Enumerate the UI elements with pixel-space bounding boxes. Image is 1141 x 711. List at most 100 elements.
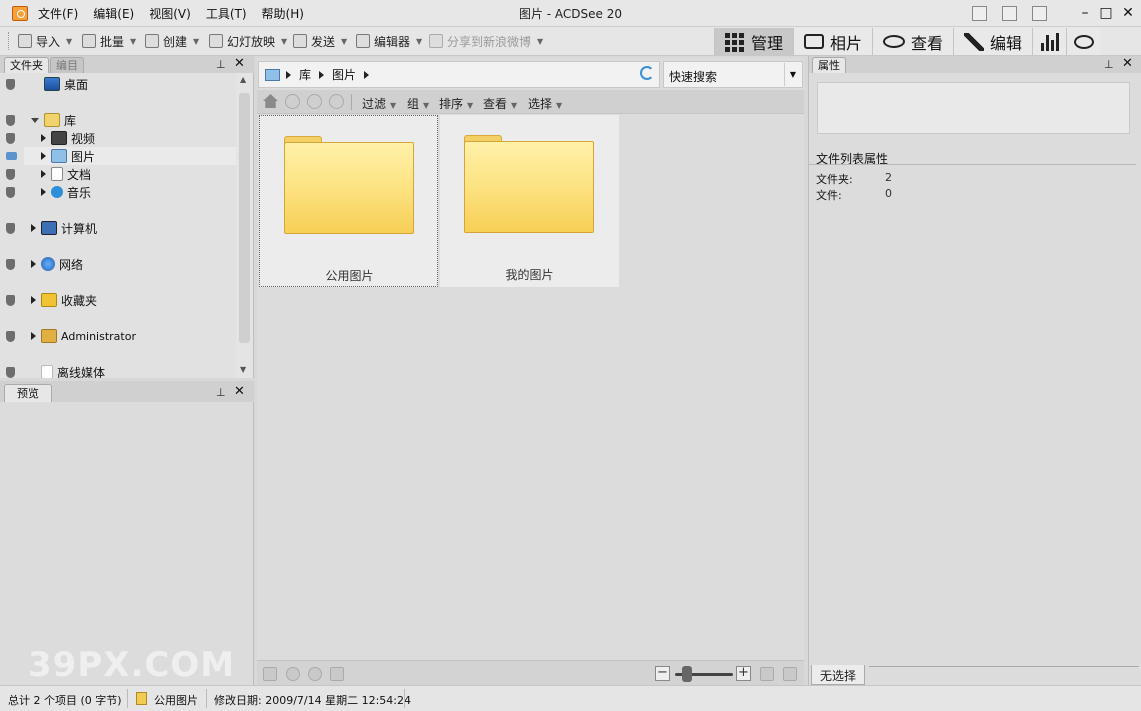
thumbnail-view-icon[interactable] bbox=[760, 667, 774, 681]
expand-arrow-icon[interactable] bbox=[31, 332, 36, 340]
tree-item-videos[interactable]: 视频 bbox=[0, 129, 236, 147]
import-button[interactable]: 导入 ▼ bbox=[18, 32, 72, 50]
file-tile[interactable]: 我的图片 bbox=[440, 115, 619, 287]
crumb-pictures[interactable]: 图片 bbox=[332, 66, 356, 83]
zoom-slider-handle[interactable] bbox=[682, 666, 692, 682]
share-weibo-button[interactable]: 分享到新浪微博 ▼ bbox=[429, 32, 543, 50]
layout-right-icon[interactable] bbox=[1032, 6, 1047, 21]
tree-item-favorites[interactable]: 收藏夹 bbox=[0, 291, 236, 309]
tree-item-desktop[interactable]: 桌面 bbox=[0, 75, 236, 93]
tree-item-documents[interactable]: 文档 bbox=[0, 165, 236, 183]
close-icon[interactable]: ✕ bbox=[234, 56, 245, 71]
watermark: 39PX.COM bbox=[28, 645, 236, 685]
forward-icon[interactable] bbox=[307, 94, 322, 109]
chevron-down-icon[interactable]: ▼ bbox=[281, 37, 287, 46]
stack-icon[interactable] bbox=[263, 667, 277, 681]
divider bbox=[206, 689, 207, 708]
chevron-down-icon[interactable]: ▼ bbox=[784, 63, 801, 86]
maximize-button[interactable]: □ bbox=[1095, 3, 1117, 23]
chevron-down-icon[interactable]: ▼ bbox=[193, 37, 199, 46]
scroll-up-icon[interactable]: ▲ bbox=[240, 75, 246, 84]
layout-bottom-icon[interactable] bbox=[1002, 6, 1017, 21]
tab-preview[interactable]: 预览 bbox=[4, 384, 52, 402]
chevron-down-icon[interactable]: ▼ bbox=[341, 37, 347, 46]
tree-item-library[interactable]: 库 bbox=[0, 111, 236, 129]
slideshow-button[interactable]: 幻灯放映 ▼ bbox=[209, 32, 287, 50]
scroll-thumb[interactable] bbox=[239, 93, 250, 343]
close-icon[interactable]: ✕ bbox=[1122, 56, 1133, 71]
select-menu[interactable]: 选择 ▼ bbox=[528, 95, 562, 112]
chevron-down-icon[interactable]: ▼ bbox=[130, 37, 136, 46]
expand-arrow-icon[interactable] bbox=[41, 152, 46, 160]
expand-arrow-icon[interactable] bbox=[31, 224, 36, 232]
tab-photos[interactable]: 相片 bbox=[793, 28, 873, 55]
up-icon[interactable] bbox=[329, 94, 344, 109]
send-button[interactable]: 发送 ▼ bbox=[293, 32, 347, 50]
breadcrumb[interactable]: 库 图片 bbox=[258, 61, 660, 88]
pictures-icon bbox=[51, 149, 67, 163]
refresh-icon[interactable] bbox=[640, 66, 654, 80]
folder-icon bbox=[284, 136, 414, 234]
chevron-down-icon[interactable]: ▼ bbox=[416, 37, 422, 46]
tab-catalog[interactable]: 编目 bbox=[50, 57, 84, 73]
filter-menu[interactable]: 过滤 ▼ bbox=[362, 95, 396, 112]
tree-item-network[interactable]: 网络 bbox=[0, 255, 236, 273]
eye-icon bbox=[883, 35, 906, 48]
expand-arrow-icon[interactable] bbox=[41, 170, 46, 178]
tree-item-administrator[interactable]: Administrator bbox=[0, 327, 236, 345]
rotate-right-icon[interactable] bbox=[308, 667, 322, 681]
tree-item-music[interactable]: 音乐 bbox=[0, 183, 236, 201]
home-icon[interactable] bbox=[263, 94, 278, 108]
close-icon[interactable]: ✕ bbox=[234, 384, 245, 399]
toolbar-grip[interactable] bbox=[8, 32, 11, 50]
chevron-right-icon[interactable] bbox=[364, 70, 370, 79]
expand-arrow-icon[interactable] bbox=[31, 296, 36, 304]
shield-icon bbox=[6, 222, 15, 234]
tab-properties[interactable]: 属性 bbox=[812, 57, 846, 73]
tab-manage[interactable]: 管理 bbox=[714, 28, 794, 55]
tree-item-pictures[interactable]: 图片 bbox=[6, 147, 236, 165]
tree-item-offline-media[interactable]: 离线媒体 bbox=[0, 363, 236, 378]
chevron-right-icon[interactable] bbox=[286, 70, 291, 79]
close-button[interactable]: ✕ bbox=[1117, 3, 1139, 23]
expand-arrow-icon[interactable] bbox=[31, 117, 39, 123]
chevron-right-icon[interactable] bbox=[319, 70, 325, 79]
pin-icon[interactable]: ⊥ bbox=[1104, 58, 1114, 71]
view-menu[interactable]: 查看 ▼ bbox=[483, 95, 517, 112]
expand-arrow-icon[interactable] bbox=[41, 188, 46, 196]
online-button[interactable] bbox=[1066, 28, 1101, 55]
quick-search-input[interactable]: 快速搜索 ▼ bbox=[663, 61, 803, 88]
title-bar: 文件(F) 编辑(E) 视图(V) 工具(T) 帮助(H) 图片 - ACDSe… bbox=[0, 0, 1141, 27]
tab-folders[interactable]: 文件夹 bbox=[4, 57, 49, 73]
tree-scrollbar[interactable]: ▲ ▼ bbox=[236, 73, 253, 378]
back-icon[interactable] bbox=[285, 94, 300, 109]
tab-view[interactable]: 查看 bbox=[872, 28, 954, 55]
layout-left-icon[interactable] bbox=[972, 6, 987, 21]
details-view-icon[interactable] bbox=[783, 667, 797, 681]
rotate-left-icon[interactable] bbox=[286, 667, 300, 681]
tab-edit[interactable]: 编辑 bbox=[953, 28, 1033, 55]
folders-panel: 文件夹 编目 ⊥ ✕ 桌面 库 视频 图片 文档 音乐 计算机 网络 收藏夹 A… bbox=[0, 56, 254, 378]
pin-icon[interactable]: ⊥ bbox=[216, 386, 226, 399]
zoom-out-button[interactable]: − bbox=[655, 666, 670, 681]
group-menu[interactable]: 组 ▼ bbox=[407, 95, 429, 112]
tree-item-computer[interactable]: 计算机 bbox=[0, 219, 236, 237]
expand-arrow-icon[interactable] bbox=[31, 260, 36, 268]
create-button[interactable]: 创建 ▼ bbox=[145, 32, 199, 50]
music-icon bbox=[51, 186, 63, 198]
dashboard-button[interactable] bbox=[1032, 28, 1067, 55]
pin-icon[interactable]: ⊥ bbox=[216, 58, 226, 71]
minimize-button[interactable]: – bbox=[1074, 3, 1096, 23]
batch-button[interactable]: 批量 ▼ bbox=[82, 32, 136, 50]
file-tile[interactable]: 公用图片 bbox=[259, 115, 438, 287]
crumb-library[interactable]: 库 bbox=[299, 66, 311, 83]
zoom-in-button[interactable]: + bbox=[736, 666, 751, 681]
chevron-down-icon[interactable]: ▼ bbox=[66, 37, 72, 46]
chevron-down-icon[interactable]: ▼ bbox=[537, 37, 543, 46]
sort-menu[interactable]: 排序 ▼ bbox=[439, 95, 473, 112]
scroll-down-icon[interactable]: ▼ bbox=[240, 365, 246, 374]
copy-icon[interactable] bbox=[330, 667, 344, 681]
editor-button[interactable]: 编辑器 ▼ bbox=[356, 32, 422, 50]
expand-arrow-icon[interactable] bbox=[41, 134, 46, 142]
tab-no-selection[interactable]: 无选择 bbox=[811, 665, 866, 685]
